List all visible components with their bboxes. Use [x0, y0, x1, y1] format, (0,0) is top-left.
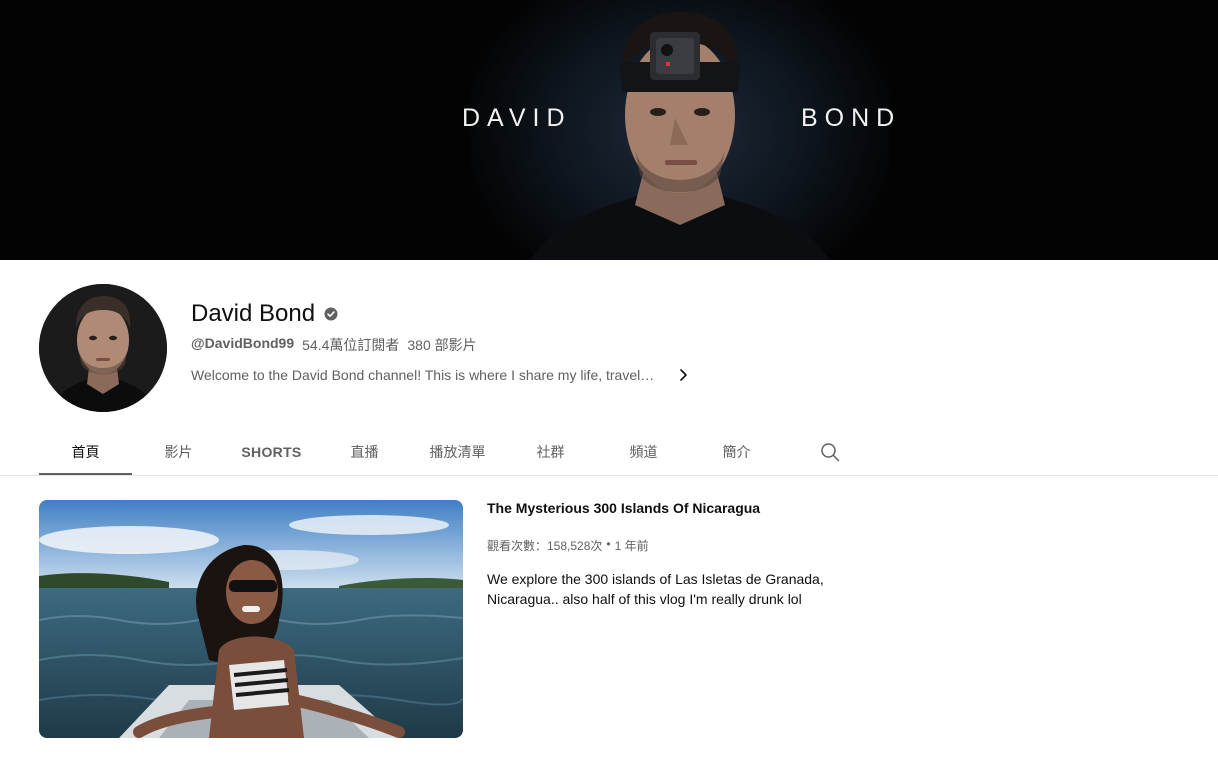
- avatar-portrait: [39, 284, 167, 412]
- tab-channels[interactable]: 頻道: [597, 428, 690, 476]
- featured-video-description: We explore the 300 islands of Las Isleta…: [487, 571, 824, 607]
- channel-description[interactable]: Welcome to the David Bond channel! This …: [191, 367, 661, 383]
- view-count: 觀看次數：158,528次: [487, 539, 603, 553]
- subscriber-count: 54.4萬位訂閱者: [302, 337, 400, 353]
- tab-playlists[interactable]: 播放清單: [411, 428, 504, 476]
- channel-description-row[interactable]: Welcome to the David Bond channel! This …: [191, 367, 691, 383]
- tabs-divider: [0, 475, 1218, 476]
- stats-separator: •: [606, 537, 611, 551]
- tab-shorts[interactable]: SHORTS: [225, 428, 318, 476]
- tab-community[interactable]: 社群: [504, 428, 597, 476]
- featured-video-title[interactable]: The Mysterious 300 Islands Of Nicaragua: [487, 500, 760, 516]
- banner-text-last: BOND: [801, 104, 902, 132]
- channel-name-row: David Bond: [191, 300, 338, 328]
- tab-live[interactable]: 直播: [318, 428, 411, 476]
- tab-about[interactable]: 簡介: [690, 428, 783, 476]
- featured-video-thumbnail[interactable]: [39, 500, 463, 738]
- channel-handle: @DavidBond99: [191, 335, 295, 351]
- channel-avatar[interactable]: [39, 284, 167, 412]
- video-count: 380 部影片: [407, 337, 477, 353]
- channel-name: David Bond: [191, 300, 316, 327]
- upload-age: 1 年前: [614, 539, 649, 553]
- thumbnail-image: [39, 500, 463, 738]
- channel-meta: @DavidBond99 54.4萬位訂閱者 380 部影片: [191, 335, 477, 355]
- featured-video-stats: 觀看次數：158,528次 • 1 年前: [487, 537, 649, 554]
- verified-check-icon: [324, 307, 338, 321]
- channel-banner: DAVID BOND: [0, 0, 1218, 260]
- channel-tabs: 首頁 影片 SHORTS 直播 播放清單 社群 頻道 簡介: [39, 428, 876, 476]
- tab-videos[interactable]: 影片: [132, 428, 225, 476]
- tab-home[interactable]: 首頁: [39, 428, 132, 476]
- chevron-right-icon[interactable]: [675, 367, 691, 383]
- search-icon[interactable]: [783, 428, 876, 476]
- banner-text-first: DAVID: [462, 104, 572, 132]
